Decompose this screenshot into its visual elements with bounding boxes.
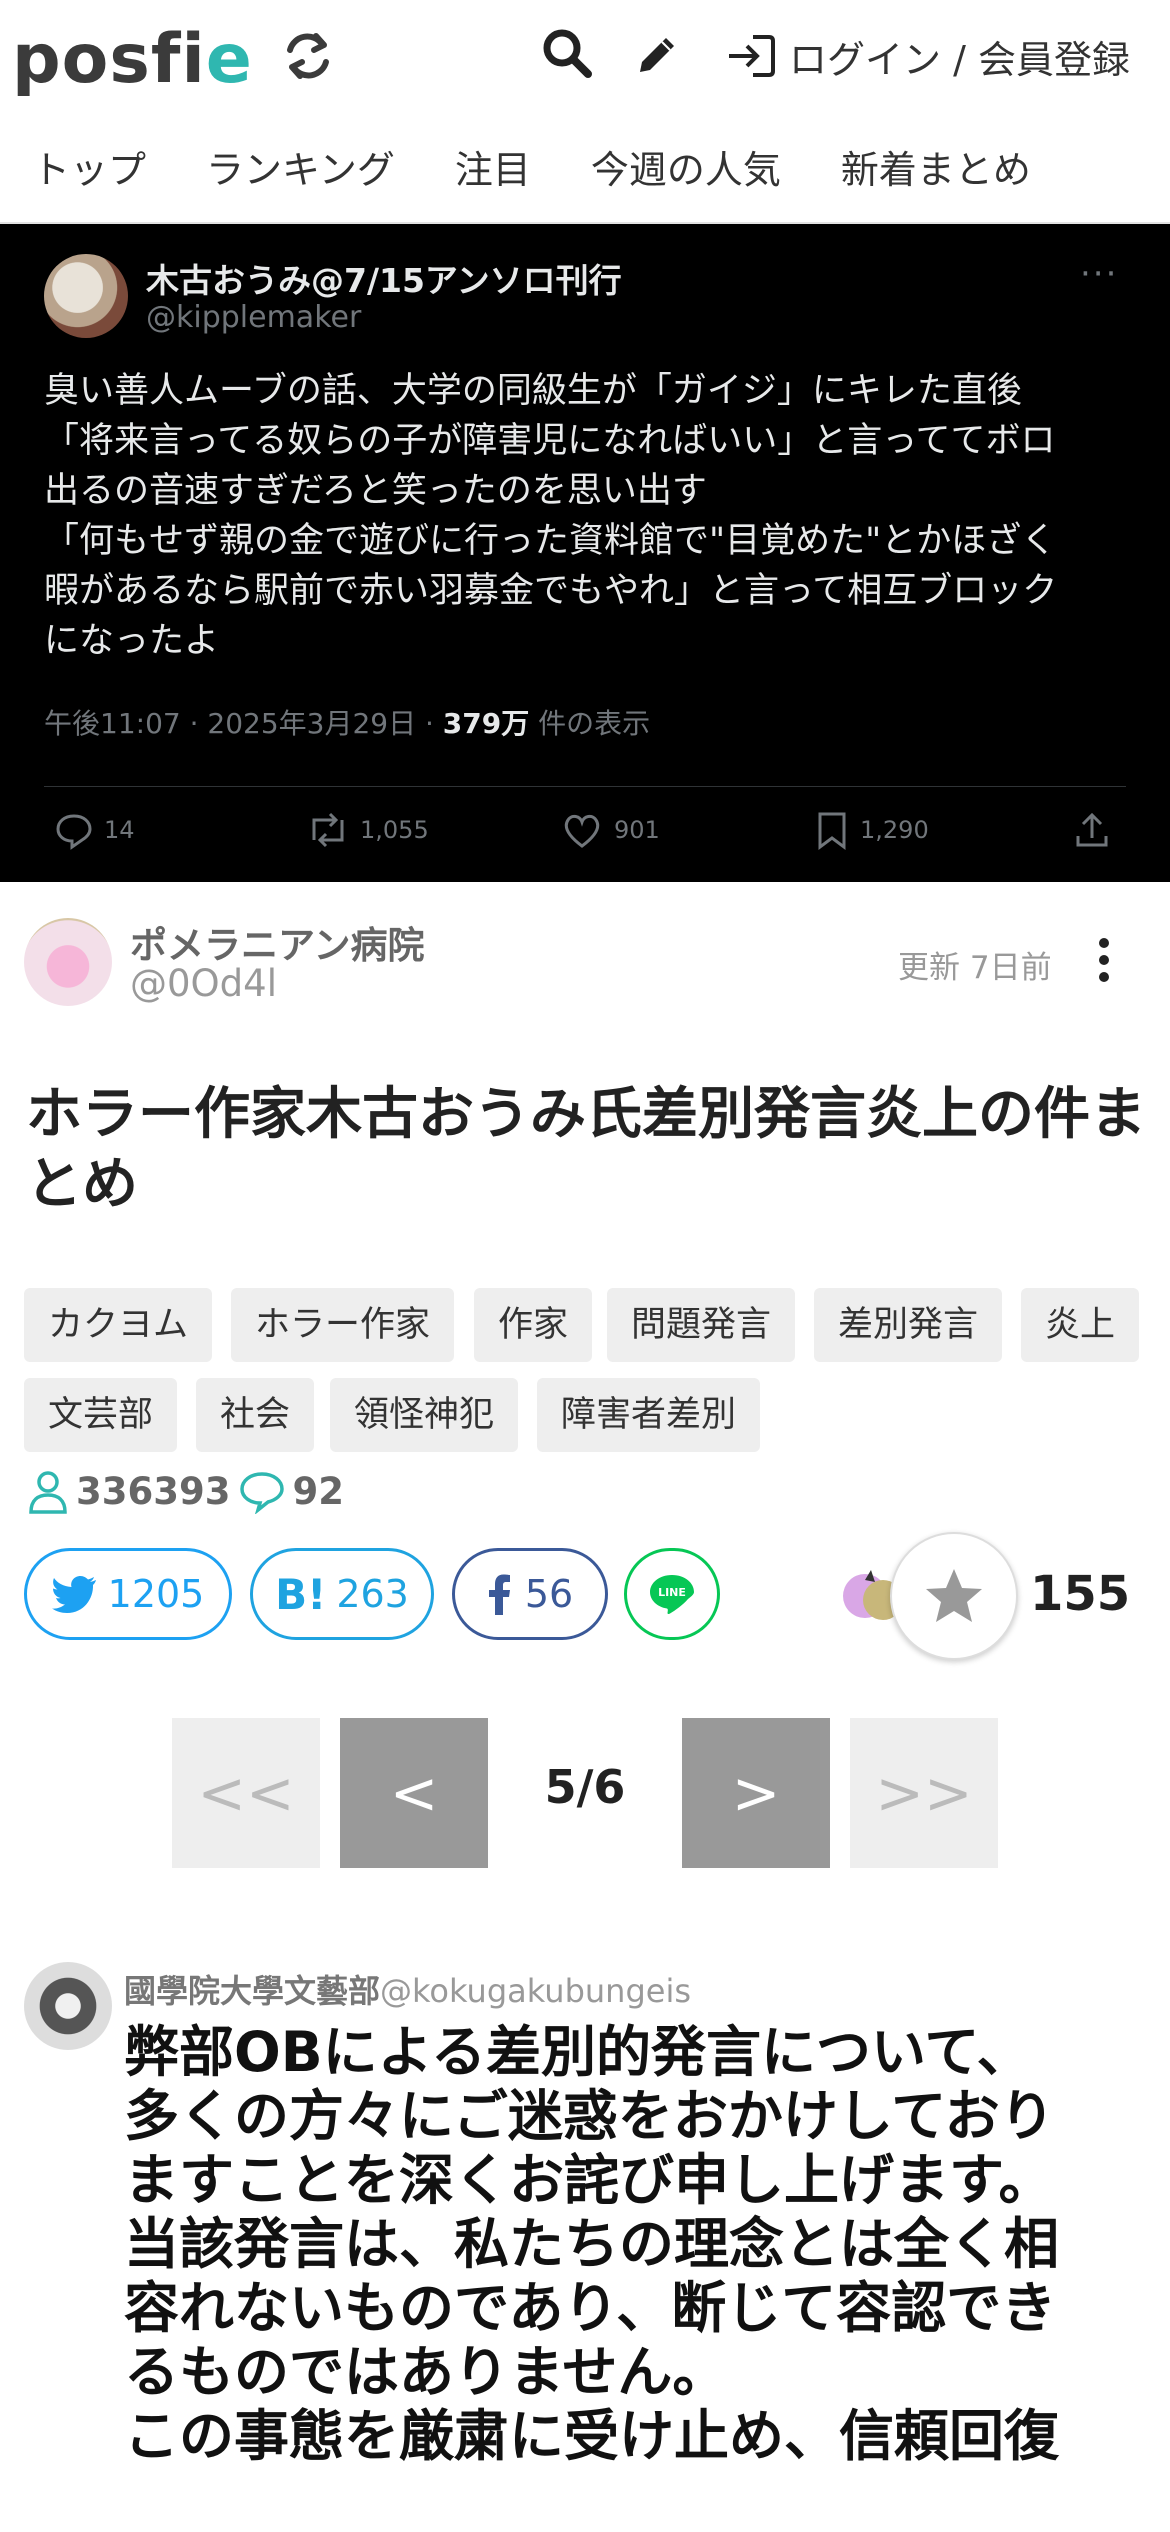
last-page-button[interactable]: >> (850, 1718, 998, 1868)
nav-top[interactable]: トップ (32, 138, 146, 202)
main-nav: トップ ランキング 注目 今週の人気 新着まとめ (0, 138, 1170, 202)
item-source[interactable]: 國學院大學文藝部@kokugakubungeis (124, 1966, 691, 2012)
tag[interactable]: 障害者差別 (537, 1378, 761, 1452)
facebook-share-button[interactable]: 56 (452, 1548, 608, 1640)
tag[interactable]: 社会 (196, 1378, 315, 1452)
reply-icon (56, 814, 92, 850)
nav-featured[interactable]: 注目 (455, 138, 531, 202)
updated-time: 更新 7日前 (898, 950, 1052, 986)
tweet-bookmark: 1,290 (814, 810, 929, 850)
tweet-share (1072, 810, 1122, 850)
tweet-actions: 14 1,055 901 1,290 (44, 810, 1134, 860)
user-icon (29, 1471, 67, 1514)
tweet-avatar (44, 254, 128, 338)
first-page-button[interactable]: << (172, 1718, 320, 1868)
nav-new[interactable]: 新着まとめ (841, 138, 1031, 202)
twitter-share-button[interactable]: 1205 (24, 1548, 232, 1640)
search-icon[interactable] (540, 26, 594, 80)
divider (44, 786, 1126, 787)
tweet-meta: 午後11:07 · 2025年3月29日 · 379万 件の表示 (44, 707, 651, 740)
line-share-button[interactable]: LINE (624, 1548, 720, 1640)
page-indicator: 5/6 (544, 1760, 626, 1814)
stats: 336393 92 (26, 1466, 344, 1516)
author-handle[interactable]: @0Od4l (130, 962, 277, 1005)
tag[interactable]: 文芸部 (24, 1378, 178, 1452)
site-logo[interactable]: posfie (12, 20, 253, 100)
login-icon (729, 35, 775, 77)
tag[interactable]: ホラー作家 (231, 1288, 455, 1362)
tweet-author-handle: @kipplemaker (146, 300, 362, 335)
tag[interactable]: 領怪神犯 (330, 1378, 519, 1452)
login-label: ログイン / 会員登録 (789, 37, 1130, 82)
pencil-icon[interactable] (632, 30, 682, 80)
tweet-like: 901 (560, 810, 660, 850)
next-page-button[interactable]: > (682, 1718, 830, 1868)
facebook-icon (488, 1574, 510, 1615)
line-icon: LINE (650, 1575, 694, 1615)
nav-ranking[interactable]: ランキング (206, 138, 395, 202)
login-link[interactable]: ログイン / 会員登録 (725, 26, 1130, 86)
svg-text:LINE: LINE (658, 1586, 686, 1599)
prev-page-button[interactable]: < (340, 1718, 488, 1868)
tag[interactable]: 問題発言 (607, 1288, 796, 1362)
view-count: 336393 (76, 1469, 231, 1513)
favorite-count: 155 (1030, 1566, 1131, 1622)
more-icon: ··· (1080, 254, 1119, 294)
hatena-bookmark-button[interactable]: B! 263 (250, 1548, 434, 1640)
comment-icon (240, 1472, 285, 1514)
star-icon (926, 1569, 982, 1622)
author-name[interactable]: ポメラニアン病院 (130, 915, 425, 969)
page-title: ホラー作家木古おうみ氏差別発言炎上の件まとめ (26, 1082, 1146, 1217)
refresh-icon[interactable] (280, 28, 336, 84)
bookmark-icon (818, 812, 846, 850)
tweet-retweet: 1,055 (306, 810, 429, 850)
share-icon (1076, 812, 1108, 847)
tweet-reply: 14 (54, 810, 135, 850)
tweet-author-name: 木古おうみ@7/15アンソロ刊行 (146, 261, 622, 300)
favorite-button[interactable] (890, 1532, 1018, 1660)
tag[interactable]: 作家 (474, 1288, 593, 1362)
comment-count: 92 (292, 1469, 344, 1513)
nav-weekly-popular[interactable]: 今週の人気 (591, 138, 781, 202)
tweet-text: 臭い善人ムーブの話、大学の同級生が「ガイジ」にキレた直後 「将来言ってる奴らの子… (44, 371, 1058, 661)
tag[interactable]: 炎上 (1021, 1288, 1140, 1362)
author-avatar[interactable] (24, 918, 112, 1006)
twitter-icon (51, 1576, 96, 1613)
item-avatar[interactable] (24, 1962, 112, 2050)
kebab-menu-icon[interactable] (1094, 935, 1114, 985)
hatena-icon: B! (275, 1569, 327, 1619)
tweet-screenshot[interactable]: 木古おうみ@7/15アンソロ刊行 @kipplemaker ··· 臭い善人ムー… (0, 224, 1170, 882)
heart-icon (564, 814, 600, 848)
tag[interactable]: カクヨム (24, 1288, 213, 1362)
tag[interactable]: 差別発言 (814, 1288, 1003, 1362)
retweet-icon (312, 812, 344, 848)
site-header: posfie ログイン / 会員登録 トップ ランキング 注目 今週の人気 新着… (0, 0, 1170, 224)
item-text: 弊部OBによる差別的発言について、 多くの方々にご迷惑をおかけしており ますこと… (124, 2020, 1060, 2468)
